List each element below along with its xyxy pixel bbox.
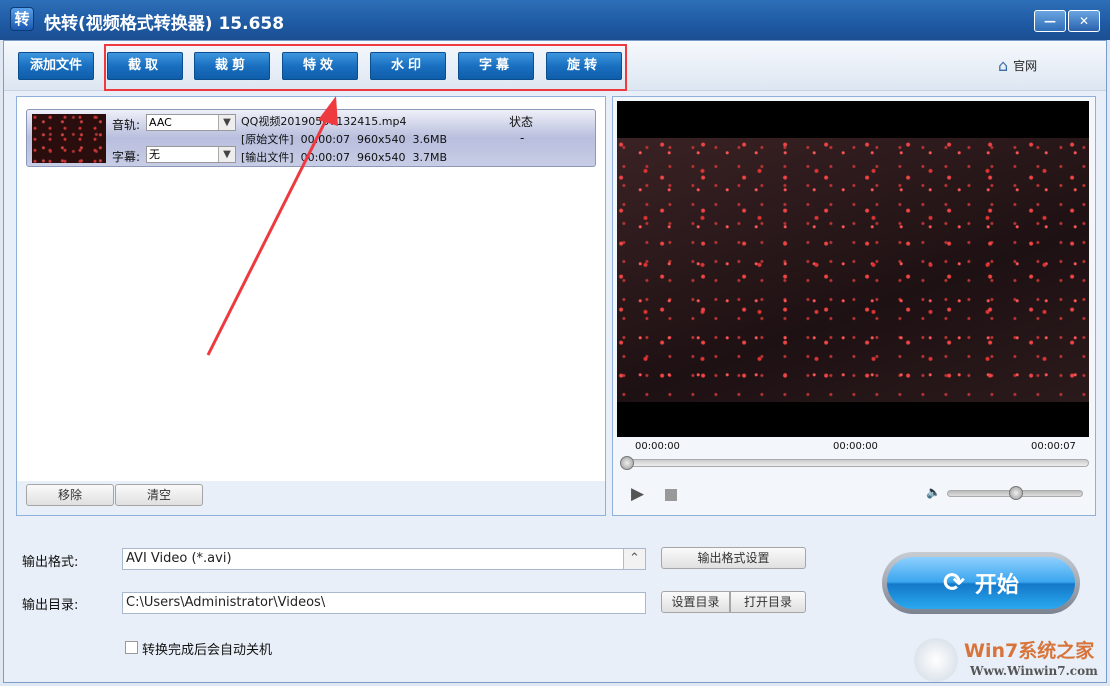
output-dir-input[interactable]: C:\Users\Administrator\Videos\ (122, 592, 646, 614)
seek-handle[interactable] (620, 456, 634, 470)
seek-slider[interactable] (620, 456, 1089, 470)
preview-panel: 00:00:00 00:00:00 00:00:07 ▶ 🔈 (612, 96, 1096, 516)
audio-label: 音轨: (112, 118, 141, 132)
set-dir-button[interactable]: 设置目录 (661, 591, 730, 613)
video-preview[interactable] (617, 101, 1089, 437)
volume-handle[interactable] (1009, 486, 1023, 500)
volume-icon[interactable]: 🔈 (926, 485, 941, 499)
home-icon: ⌂ (998, 56, 1009, 75)
red-arrow-annotation (206, 96, 338, 356)
watermark-brand: Win7系统之家 (964, 640, 1095, 662)
remove-button[interactable]: 移除 (26, 484, 114, 506)
video-thumbnail (32, 114, 106, 163)
app-icon: 转 (10, 7, 34, 31)
status-value: - (520, 131, 525, 145)
format-select[interactable]: AVI Video (*.avi) ⌃ (122, 548, 646, 570)
open-dir-button[interactable]: 打开目录 (730, 591, 806, 613)
refresh-icon: ⟳ (943, 568, 965, 598)
subtitle-value: 无 (149, 148, 160, 161)
start-button[interactable]: ⟳ 开始 (882, 552, 1080, 614)
watermark-url: Www.Winwin7.com (970, 664, 1098, 678)
home-link[interactable]: ⌂ 官网 (998, 56, 1037, 75)
stop-icon[interactable] (665, 489, 677, 501)
clear-button[interactable]: 清空 (115, 484, 203, 506)
dir-label: 输出目录: (22, 598, 79, 613)
list-actions: 移除 清空 (17, 481, 605, 515)
close-button[interactable]: ✕ (1068, 10, 1100, 32)
shutdown-checkbox[interactable] (125, 641, 138, 654)
time-start: 00:00:00 (635, 441, 680, 452)
volume-slider[interactable] (947, 486, 1083, 500)
windows-logo-icon (914, 638, 958, 682)
audio-value: AAC (149, 116, 172, 129)
chevron-up-icon: ⌃ (623, 549, 645, 569)
play-icon[interactable]: ▶ (631, 484, 644, 504)
status-header: 状态 (509, 115, 534, 129)
video-frame (617, 138, 1089, 402)
watermark-logo: Win7系统之家 Www.Winwin7.com (912, 636, 1106, 686)
title-bar: 转 快转(视频格式转换器) 15.658 — ✕ (0, 0, 1110, 40)
add-file-button[interactable]: 添加文件 (18, 52, 94, 80)
home-label: 官网 (1013, 59, 1038, 73)
window-title: 快转(视频格式转换器) 15.658 (44, 14, 285, 34)
format-label: 输出格式: (22, 555, 79, 570)
format-settings-button[interactable]: 输出格式设置 (661, 547, 806, 569)
format-value: AVI Video (*.avi) (126, 551, 232, 566)
time-end: 00:00:07 (1031, 441, 1076, 452)
highlight-box (104, 44, 627, 91)
shutdown-label: 转换完成后会自动关机 (142, 643, 273, 658)
minimize-button[interactable]: — (1034, 10, 1066, 32)
start-label: 开始 (974, 573, 1019, 598)
time-current: 00:00:00 (833, 441, 878, 452)
subtitle-label: 字幕: (112, 150, 141, 164)
